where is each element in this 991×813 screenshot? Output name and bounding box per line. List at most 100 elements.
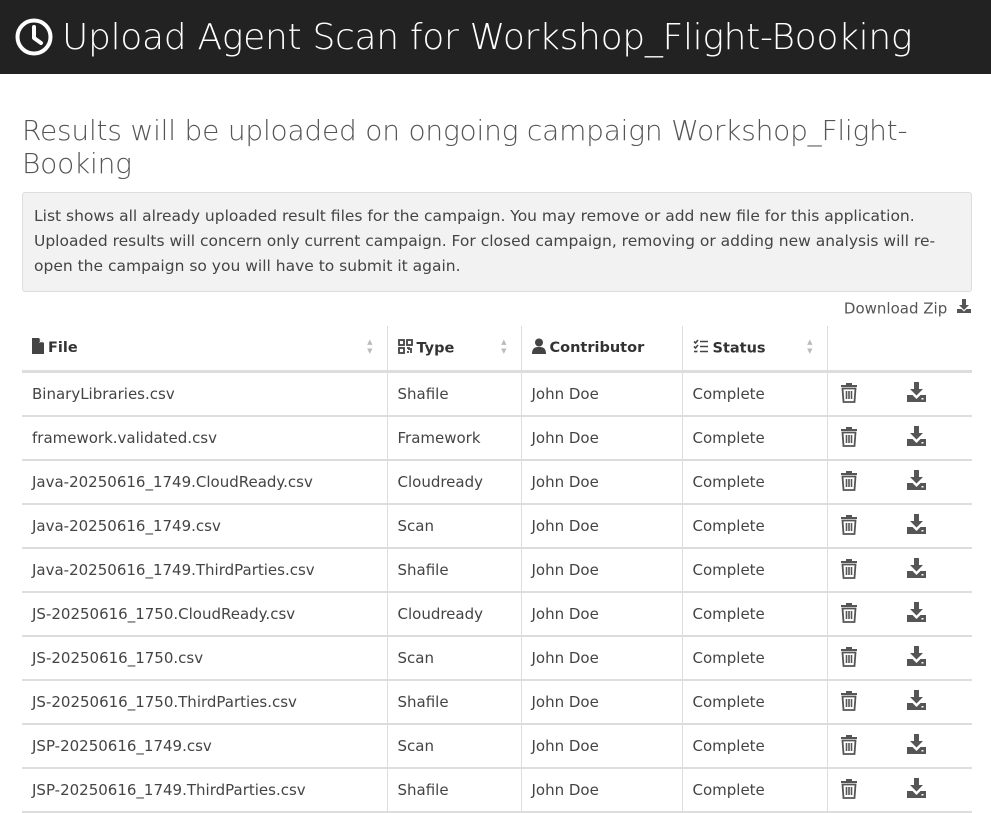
column-label-contributor: Contributor xyxy=(549,340,645,356)
download-icon xyxy=(907,558,927,578)
delete-button[interactable] xyxy=(840,470,858,495)
main-content: Results will be uploaded on ongoing camp… xyxy=(0,114,991,813)
cell-actions xyxy=(827,768,972,813)
column-label-type: Type xyxy=(416,340,455,356)
cell-status: Complete xyxy=(682,416,828,461)
column-header-file[interactable]: File ▲ ▼ xyxy=(22,326,388,373)
cell-type: Shafile xyxy=(387,768,522,813)
cell-status: Complete xyxy=(682,680,828,725)
column-header-status[interactable]: Status ▲ ▼ xyxy=(682,326,828,373)
info-box: List shows all already uploaded result f… xyxy=(22,192,972,292)
sort-icon[interactable]: ▲ ▼ xyxy=(367,338,372,356)
column-label-file: File xyxy=(48,340,78,356)
table-row: Java-20250616_1749.CloudReady.csv Cloudr… xyxy=(22,460,972,505)
column-header-contributor: Contributor xyxy=(521,326,683,373)
trash-icon xyxy=(840,470,857,491)
download-file-button[interactable] xyxy=(906,558,927,582)
delete-button[interactable] xyxy=(840,690,858,715)
cell-actions xyxy=(827,680,972,725)
cell-contributor: John Doe xyxy=(521,504,683,549)
cell-status: Complete xyxy=(682,371,828,417)
cell-type: Scan xyxy=(387,636,522,681)
download-icon xyxy=(907,602,927,622)
cell-type: Cloudready xyxy=(387,460,522,505)
sort-icon[interactable]: ▲ ▼ xyxy=(807,338,812,356)
download-file-button[interactable] xyxy=(906,778,927,802)
download-file-button[interactable] xyxy=(906,382,927,406)
download-file-button[interactable] xyxy=(906,690,927,714)
sort-icon[interactable]: ▲ ▼ xyxy=(501,338,506,356)
cell-file: JSP-20250616_1749.csv xyxy=(22,724,388,769)
delete-button[interactable] xyxy=(840,382,858,407)
cell-status: Complete xyxy=(682,636,828,681)
delete-button[interactable] xyxy=(840,778,858,803)
column-header-type[interactable]: Type ▲ ▼ xyxy=(387,326,522,373)
cell-actions xyxy=(827,504,972,549)
table-row: JS-20250616_1750.CloudReady.csv Cloudrea… xyxy=(22,592,972,637)
table-row: JS-20250616_1750.csv Scan John Doe Compl… xyxy=(22,636,972,681)
trash-icon xyxy=(840,778,857,799)
cell-type: Framework xyxy=(387,416,522,461)
cell-file: framework.validated.csv xyxy=(22,416,388,461)
delete-button[interactable] xyxy=(840,602,858,627)
download-file-button[interactable] xyxy=(906,646,927,670)
cell-type: Scan xyxy=(387,724,522,769)
cell-type: Cloudready xyxy=(387,592,522,637)
cell-actions xyxy=(827,592,972,637)
cell-file: JS-20250616_1750.CloudReady.csv xyxy=(22,592,388,637)
table-header-row: File ▲ ▼ Type ▲ ▼ Contributor Status ▲ ▼ xyxy=(22,326,972,373)
list-check-icon xyxy=(692,338,709,358)
download-icon xyxy=(907,646,927,666)
uploaded-files-table: File ▲ ▼ Type ▲ ▼ Contributor Status ▲ ▼… xyxy=(22,326,972,813)
table-row: BinaryLibraries.csv Shafile John Doe Com… xyxy=(22,371,972,417)
delete-button[interactable] xyxy=(840,514,858,539)
cell-file: JS-20250616_1750.csv xyxy=(22,636,388,681)
cell-contributor: John Doe xyxy=(521,548,683,593)
cell-actions xyxy=(827,548,972,593)
clock-icon xyxy=(14,17,54,57)
delete-button[interactable] xyxy=(840,558,858,583)
table-row: JSP-20250616_1749.csv Scan John Doe Comp… xyxy=(22,724,972,769)
column-label-status: Status xyxy=(712,340,766,356)
download-file-button[interactable] xyxy=(906,734,927,758)
table-row: Java-20250616_1749.ThirdParties.csv Shaf… xyxy=(22,548,972,593)
download-zip-link[interactable]: Download Zip xyxy=(844,299,972,317)
cell-type: Shafile xyxy=(387,548,522,593)
page-title: Upload Agent Scan for Workshop_Flight-Bo… xyxy=(62,16,913,58)
trash-icon xyxy=(840,426,857,447)
file-icon xyxy=(32,338,44,358)
delete-button[interactable] xyxy=(840,734,858,759)
cell-status: Complete xyxy=(682,460,828,505)
download-file-button[interactable] xyxy=(906,426,927,450)
delete-button[interactable] xyxy=(840,426,858,451)
trash-icon xyxy=(840,646,857,667)
cell-actions xyxy=(827,460,972,505)
table-body: BinaryLibraries.csv Shafile John Doe Com… xyxy=(22,371,972,813)
column-header-actions xyxy=(827,326,972,373)
download-file-button[interactable] xyxy=(906,470,927,494)
cell-contributor: John Doe xyxy=(521,460,683,505)
cell-contributor: John Doe xyxy=(521,371,683,417)
cell-file: JS-20250616_1750.ThirdParties.csv xyxy=(22,680,388,725)
cell-contributor: John Doe xyxy=(521,636,683,681)
cell-status: Complete xyxy=(682,768,828,813)
download-file-button[interactable] xyxy=(906,514,927,538)
trash-icon xyxy=(840,514,857,535)
cell-file: Java-20250616_1749.CloudReady.csv xyxy=(22,460,388,505)
user-icon xyxy=(531,338,546,358)
cell-contributor: John Doe xyxy=(521,680,683,725)
cell-status: Complete xyxy=(682,548,828,593)
cell-type: Shafile xyxy=(387,680,522,725)
cell-actions xyxy=(827,636,972,681)
download-zip-label: Download Zip xyxy=(843,299,948,317)
delete-button[interactable] xyxy=(840,646,858,671)
download-zip-row: Download Zip xyxy=(22,298,972,318)
download-file-button[interactable] xyxy=(906,602,927,626)
download-icon xyxy=(907,778,927,798)
download-icon xyxy=(907,470,927,490)
table-row: JSP-20250616_1749.ThirdParties.csv Shafi… xyxy=(22,768,972,813)
cell-file: BinaryLibraries.csv xyxy=(22,371,388,417)
qr-icon xyxy=(397,338,413,358)
download-icon xyxy=(907,382,927,402)
cell-type: Shafile xyxy=(387,371,522,417)
